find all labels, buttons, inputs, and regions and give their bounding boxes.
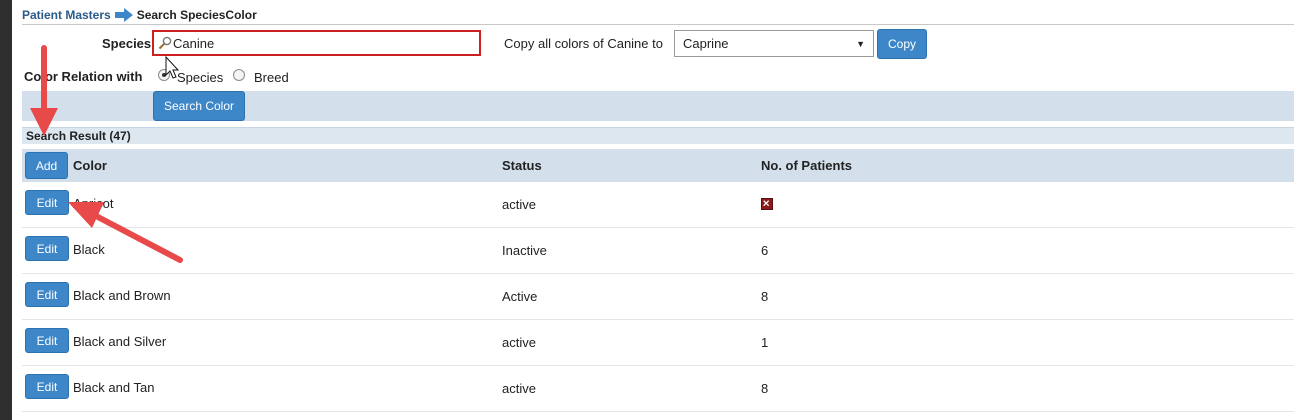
copy-button[interactable]: Copy xyxy=(877,29,927,59)
breadcrumb-link-patient-masters[interactable]: Patient Masters xyxy=(22,8,111,22)
breadcrumb-divider xyxy=(22,24,1294,25)
radio-breed[interactable] xyxy=(233,69,245,81)
arrow-right-icon xyxy=(114,8,133,22)
cell-color: Apricot xyxy=(73,196,114,211)
search-result-heading: Search Result (47) xyxy=(22,127,1294,144)
search-icon xyxy=(158,36,172,50)
column-header-status: Status xyxy=(502,158,542,173)
cell-color: Black and Silver xyxy=(73,334,167,349)
breadcrumb-current: Search SpeciesColor xyxy=(136,8,257,22)
edit-button[interactable]: Edit xyxy=(25,236,69,261)
cell-status: Active xyxy=(502,289,538,304)
chevron-down-icon: ▼ xyxy=(856,38,865,49)
radio-species[interactable] xyxy=(158,69,170,81)
table-row: Edit Black and Silver active 1 xyxy=(22,320,1294,366)
table-row: Edit Apricot active xyxy=(22,182,1294,228)
search-color-button[interactable]: Search Color xyxy=(153,91,245,121)
left-sidebar-edge xyxy=(0,0,12,420)
copy-target-select[interactable]: Caprine ▼ xyxy=(674,30,874,57)
breadcrumb: Patient Masters Search SpeciesColor xyxy=(22,7,257,23)
cell-status: active xyxy=(502,335,536,350)
color-relation-label: Color Relation with xyxy=(24,69,143,84)
cell-status: Inactive xyxy=(502,243,547,258)
cell-status: active xyxy=(502,381,536,396)
add-button[interactable]: Add xyxy=(25,152,68,179)
red-x-checkbox-icon xyxy=(761,198,773,210)
radio-breed-label: Breed xyxy=(254,70,289,85)
cell-color: Black and Brown xyxy=(73,288,171,303)
column-header-color: Color xyxy=(73,158,107,173)
cell-color: Black xyxy=(73,242,105,257)
cell-patients: 6 xyxy=(761,243,769,258)
copy-target-value: Caprine xyxy=(683,36,729,51)
cell-color: Black and Tan xyxy=(73,380,155,395)
edit-button[interactable]: Edit xyxy=(25,374,69,399)
table-row: Edit Black Inactive 6 xyxy=(22,228,1294,274)
copy-colors-label: Copy all colors of Canine to xyxy=(504,36,663,51)
edit-button[interactable]: Edit xyxy=(25,328,69,353)
cell-patients: 8 xyxy=(761,289,769,304)
cell-patients: 8 xyxy=(761,381,769,396)
species-search-input[interactable]: Canine xyxy=(152,30,481,56)
main-panel: Patient Masters Search SpeciesColor Spec… xyxy=(22,0,1294,420)
radio-species-label: Species xyxy=(177,70,224,85)
species-label: Species xyxy=(102,36,152,51)
species-input-value: Canine xyxy=(173,35,215,51)
cell-status: active xyxy=(502,197,536,212)
table-row: Edit Black and Brown Active 8 xyxy=(22,274,1294,320)
edit-button[interactable]: Edit xyxy=(25,282,69,307)
table-row: Edit Black and Tan active 8 xyxy=(22,366,1294,412)
edit-button[interactable]: Edit xyxy=(25,190,69,215)
cell-patients: 1 xyxy=(761,335,769,350)
column-header-patients: No. of Patients xyxy=(761,158,853,173)
table-header xyxy=(22,149,1294,182)
